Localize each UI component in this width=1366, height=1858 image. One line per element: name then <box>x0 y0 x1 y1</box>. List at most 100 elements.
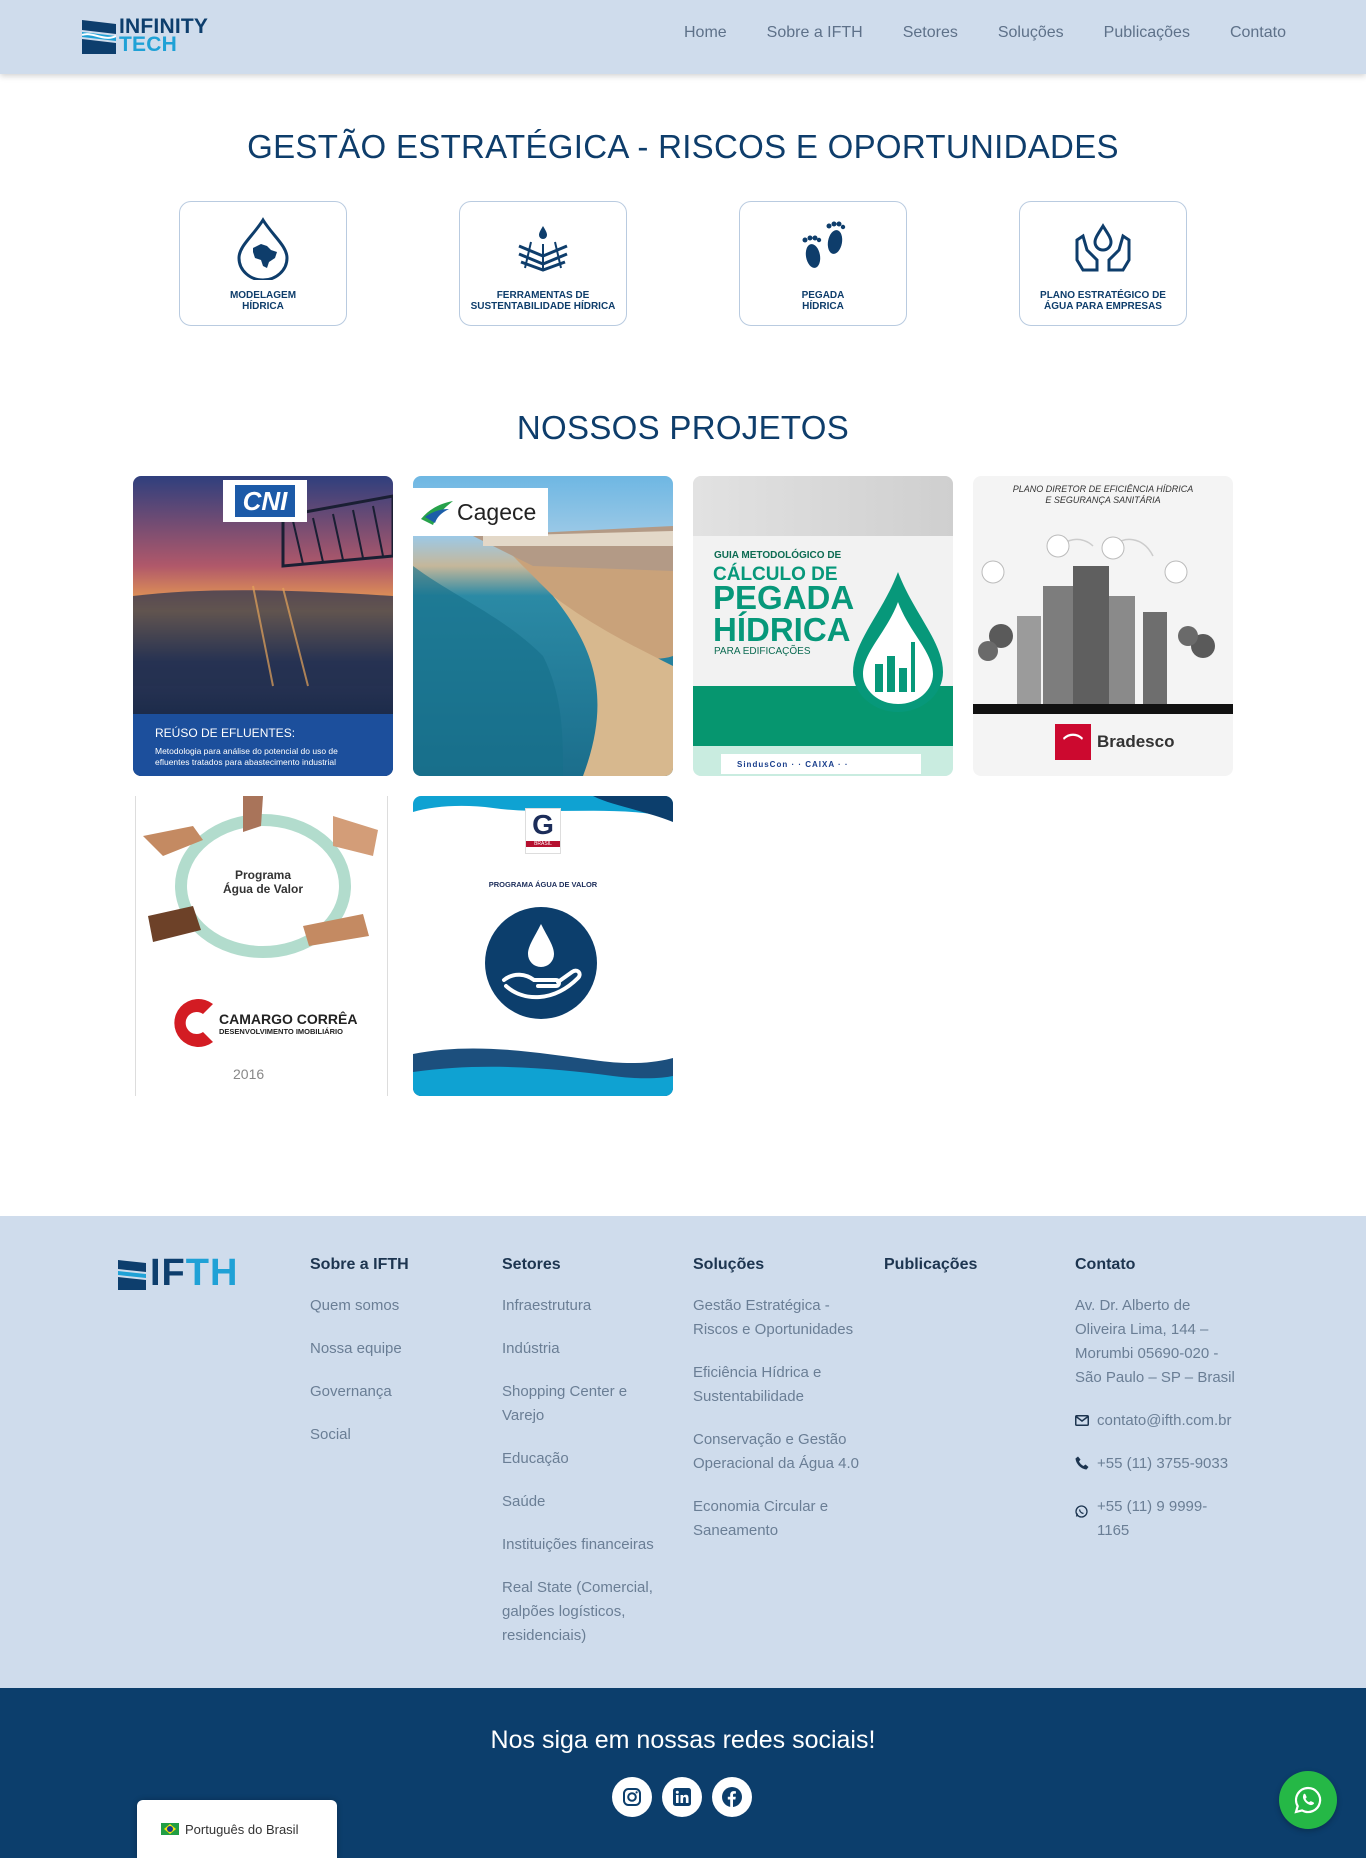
project-camargo-correa[interactable]: Programa Água de Valor CAMARGO CORRÊA DE… <box>133 796 393 1096</box>
facebook-icon <box>722 1787 742 1807</box>
cni-logo: CNI <box>234 485 296 517</box>
card-label-line1: PLANO ESTRATÉGICO DE <box>1040 290 1166 301</box>
linkedin-icon <box>673 1788 691 1806</box>
brazil-flag-icon <box>161 1823 179 1835</box>
footer-link-conservacao[interactable]: Conservação e Gestão Operacional da Água… <box>693 1428 873 1476</box>
water-drop-icon <box>853 572 943 712</box>
project-bradesco[interactable]: PLANO DIRETOR DE EFICIÊNCIA HÍDRICA E SE… <box>973 476 1233 776</box>
cni-logo-box: CNI <box>223 480 307 522</box>
bradesco-name: Bradesco <box>1097 732 1175 751</box>
nav-contato[interactable]: Contato <box>1230 24 1286 42</box>
footer-col-sobre: Sobre a IFTH Quem somos Nossa equipe Gov… <box>310 1256 500 1466</box>
site-footer: IFTH Sobre a IFTH Quem somos Nossa equip… <box>0 1216 1366 1688</box>
footer-link-quem-somos[interactable]: Quem somos <box>310 1294 500 1318</box>
footer-link-nossa-equipe[interactable]: Nossa equipe <box>310 1337 500 1361</box>
pegada-pre: GUIA METODOLÓGICO DE <box>714 550 842 561</box>
footer-email[interactable]: contato@ifth.com.br <box>1097 1409 1231 1433</box>
card-label-line2: HÍDRICA <box>242 301 284 312</box>
camargo-logo: CAMARGO CORRÊA DESENVOLVIMENTO IMOBILIÁR… <box>167 996 357 1050</box>
card-ferramentas[interactable]: FERRAMENTAS DE SUSTENTABILIDADE HÍDRICA <box>459 201 627 326</box>
footer-link-governanca[interactable]: Governança <box>310 1380 500 1404</box>
language-label: Português do Brasil <box>185 1821 299 1837</box>
footer-link-economia[interactable]: Economia Circular e Saneamento <box>693 1495 843 1543</box>
card-pegada-hidrica[interactable]: PEGADA HÍDRICA <box>739 201 907 326</box>
site-header: INFINITY TECH Home Sobre a IFTH Setores … <box>0 0 1366 74</box>
footer-publicacoes-title[interactable]: Publicações <box>884 1256 1074 1274</box>
cni-line2: efluentes tratados para abastecimento in… <box>155 757 336 767</box>
nav-publicacoes[interactable]: Publicações <box>1104 24 1190 42</box>
card-label-line1: MODELAGEM <box>229 290 297 301</box>
logo-text-line2: TECH <box>119 33 177 56</box>
footer-phone-row[interactable]: +55 (11) 3755-9033 <box>1075 1452 1255 1476</box>
footer-solucoes-title[interactable]: Soluções <box>693 1256 873 1274</box>
footer-whatsapp[interactable]: +55 (11) 9 9999-1165 <box>1097 1495 1237 1543</box>
nav-home[interactable]: Home <box>684 24 727 42</box>
camargo-program-line2: Água de Valor <box>222 882 304 896</box>
hands-drop-icon <box>1075 223 1131 272</box>
gbc-badge: BRASIL <box>526 841 560 847</box>
card-plano-estrategico[interactable]: PLANO ESTRATÉGICO DE ÁGUA PARA EMPRESAS <box>1019 201 1187 326</box>
logo-mark-icon <box>82 20 116 54</box>
nav-solucoes[interactable]: Soluções <box>998 24 1064 42</box>
bradesco-logo-mark: ⌒ <box>1055 724 1091 760</box>
footer-address: Av. Dr. Alberto de Oliveira Lima, 144 – … <box>1075 1297 1235 1386</box>
footer-setores-title[interactable]: Setores <box>502 1256 672 1274</box>
footer-link-eficiencia[interactable]: Eficiência Hídrica e Sustentabilidade <box>693 1361 843 1409</box>
projects-title: NOSSOS PROJETOS <box>516 409 850 446</box>
footer-email-row[interactable]: contato@ifth.com.br <box>1075 1409 1255 1433</box>
pegada-sub: PARA EDIFICAÇÕES <box>714 646 811 657</box>
footer-link-educacao[interactable]: Educação <box>502 1447 672 1471</box>
footer-link-real-state[interactable]: Real State (Comercial, galpões logístico… <box>502 1576 667 1648</box>
project-cagece[interactable]: Cagece <box>413 476 673 776</box>
pegada-sponsors: SindusCon · · CAIXA · · <box>721 754 921 774</box>
footer-link-industria[interactable]: Indústria <box>502 1337 672 1361</box>
cagece-logo-icon <box>421 501 453 525</box>
card-label-line2: ÁGUA PARA EMPRESAS <box>1044 301 1162 312</box>
footer-whatsapp-row[interactable]: +55 (11) 9 9999-1165 <box>1075 1495 1255 1543</box>
footer-link-gestao[interactable]: Gestão Estratégica - Riscos e Oportunida… <box>693 1294 873 1342</box>
language-switcher[interactable]: Português do Brasil <box>137 1800 337 1858</box>
footer-link-social[interactable]: Social <box>310 1423 500 1447</box>
cni-heading: REÚSO DE EFLUENTES: <box>155 726 296 740</box>
main-nav: Home Sobre a IFTH Setores Soluções Publi… <box>684 24 1286 42</box>
project-gbc[interactable]: G BRASIL PROGRAMA ÁGUA DE VALOR <box>413 796 673 1096</box>
infinity-tech-logo[interactable]: INFINITY TECH <box>82 16 222 56</box>
nav-setores[interactable]: Setores <box>903 24 958 42</box>
pegada-l2: PEGADA <box>713 579 855 616</box>
facebook-button[interactable] <box>712 1777 752 1817</box>
gbc-program: PROGRAMA ÁGUA DE VALOR <box>488 880 598 889</box>
footprints-icon <box>802 221 846 268</box>
nav-sobre[interactable]: Sobre a IFTH <box>767 24 863 42</box>
camargo-program-line1: Programa <box>234 868 292 882</box>
gbc-logo-letter: G <box>532 809 554 840</box>
project-pegada-hidrica[interactable]: GUIA METODOLÓGICO DE CÁLCULO DE PEGADA H… <box>693 476 953 776</box>
whatsapp-small-icon <box>1075 1495 1097 1523</box>
footer-link-infraestrutura[interactable]: Infraestrutura <box>502 1294 672 1318</box>
cni-line1: Metodologia para análise do potencial do… <box>155 746 338 756</box>
strategy-title: GESTÃO ESTRATÉGICA - RISCOS E OPORTUNIDA… <box>247 128 1119 165</box>
water-map-icon <box>237 217 289 280</box>
footer-link-shopping[interactable]: Shopping Center e Varejo <box>502 1380 652 1428</box>
pegada-top-photo <box>693 476 953 536</box>
hand-drop-icon <box>485 907 597 1019</box>
cagece-logo-box: Cagece <box>413 488 548 536</box>
footer-link-saude[interactable]: Saúde <box>502 1490 672 1514</box>
instagram-button[interactable] <box>612 1777 652 1817</box>
social-icons <box>612 1777 752 1817</box>
bradesco-logo: ⌒ Bradesco <box>1055 724 1174 760</box>
card-label-line2: SUSTENTABILIDADE HÍDRICA <box>470 301 616 312</box>
cni-caption: REÚSO DE EFLUENTES: Metodologia para aná… <box>133 714 393 776</box>
footer-link-financeiras[interactable]: Instituições financeiras <box>502 1533 672 1557</box>
footer-logo[interactable]: IFTH <box>118 1252 238 1295</box>
card-modelagem-hidrica[interactable]: MODELAGEM HÍDRICA <box>179 201 347 326</box>
whatsapp-float-button[interactable] <box>1279 1771 1337 1829</box>
project-cni[interactable]: CNI REÚSO DE EFLUENTES: Metodologia para… <box>133 476 393 776</box>
footer-phone[interactable]: +55 (11) 3755-9033 <box>1097 1452 1228 1476</box>
water-hands-icon <box>518 226 568 272</box>
footer-sobre-title[interactable]: Sobre a IFTH <box>310 1256 500 1274</box>
pegada-l3: HÍDRICA <box>713 611 851 648</box>
footer-contato-title[interactable]: Contato <box>1075 1256 1255 1274</box>
linkedin-button[interactable] <box>662 1777 702 1817</box>
card-label-line2: HÍDRICA <box>802 301 844 312</box>
footer-logo-mark-icon <box>118 1259 146 1290</box>
